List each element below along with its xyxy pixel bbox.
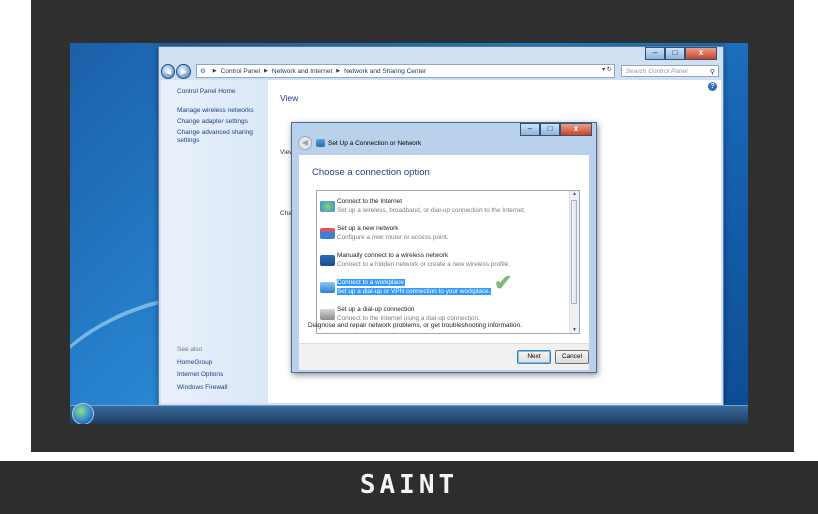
- dialog-title: Set Up a Connection or Network: [328, 139, 422, 147]
- see-also-internet-options[interactable]: Internet Options: [177, 371, 223, 378]
- option-desc: Connect to a hidden network or create a …: [337, 261, 510, 268]
- help-icon[interactable]: ?: [708, 82, 717, 91]
- breadcrumb-separator-icon: ▶: [212, 68, 217, 74]
- forward-arrow-icon[interactable]: ▶: [176, 63, 191, 79]
- network-setup-icon: [316, 139, 325, 147]
- search-input[interactable]: Search Control Panel ⚲: [620, 65, 719, 79]
- network-folder-icon: ⚙: [199, 68, 206, 75]
- start-button-icon[interactable]: [72, 403, 94, 424]
- dialog-maximize-button[interactable]: □: [540, 123, 560, 136]
- cancel-button[interactable]: Cancel: [555, 350, 589, 364]
- option-workplace[interactable]: Connect to a workplace Set up a dial-up …: [317, 278, 567, 298]
- option-desc: Set up a wireless, broadband, or dial-up…: [337, 207, 526, 214]
- option-title: Set up a new network: [337, 225, 399, 232]
- scroll-thumb[interactable]: [571, 200, 577, 304]
- option-new-network[interactable]: Set up a new network Configure a new rou…: [317, 224, 567, 244]
- setup-connection-dialog: – □ x ◀ Set Up a Connection or Network C…: [291, 122, 597, 373]
- navigation-bar: ◀ ▶ ⚙ ▶ Control Panel ▶ Network and Inte…: [161, 63, 719, 79]
- option-title: Connect to the Internet: [337, 198, 403, 205]
- scroll-up-icon[interactable]: ▲: [570, 191, 579, 197]
- search-placeholder: Search Control Panel: [625, 68, 688, 75]
- option-title: Connect to a workplace: [337, 279, 405, 286]
- options-scrollbar[interactable]: ▲ ▼: [569, 191, 579, 333]
- router-icon: [320, 228, 335, 239]
- scroll-down-icon[interactable]: ▼: [570, 327, 579, 333]
- connection-options-list: Connect to the Internet Set up a wireles…: [316, 190, 580, 334]
- breadcrumb-separator-icon: ▶: [264, 68, 268, 74]
- dialog-footer: Next Cancel: [299, 343, 589, 370]
- refresh-icon[interactable]: ▾ ↻: [602, 66, 612, 73]
- search-icon[interactable]: ⚲: [710, 67, 715, 79]
- address-bar[interactable]: ⚙ ▶ Control Panel ▶ Network and Internet…: [195, 64, 615, 78]
- see-also-label: See also: [177, 346, 203, 353]
- checkmark-icon: ✔: [494, 270, 513, 295]
- close-button[interactable]: x: [685, 47, 717, 60]
- see-also-firewall[interactable]: Windows Firewall: [177, 384, 228, 391]
- sidebar-item-home[interactable]: Control Panel Home: [177, 88, 236, 95]
- minimize-button[interactable]: –: [645, 47, 665, 60]
- wireless-monitor-icon: [320, 255, 335, 266]
- option-manual-wireless[interactable]: Manually connect to a wireless network C…: [317, 251, 567, 271]
- workplace-icon: [320, 282, 335, 293]
- sidebar-item-sharing[interactable]: Change advanced sharing: [177, 129, 253, 136]
- window-titlebar[interactable]: – □ x: [159, 47, 723, 61]
- desktop-screen: – □ x ◀ ▶ ⚙ ▶ Control Panel ▶ Network an…: [70, 43, 748, 424]
- back-arrow-icon[interactable]: ◀: [298, 136, 312, 150]
- sidebar-item-sharing-cont[interactable]: settings: [177, 137, 199, 144]
- option-desc: Set up a dial-up or VPN connection to yo…: [337, 288, 492, 295]
- dialog-close-button[interactable]: x: [560, 123, 592, 136]
- taskbar: [70, 403, 748, 424]
- dialog-body: Choose a connection option Connect to th…: [299, 155, 589, 370]
- maximize-button[interactable]: □: [665, 47, 685, 60]
- dialog-title-bar: ◀ Set Up a Connection or Network: [298, 135, 421, 151]
- phone-modem-icon: [320, 309, 335, 320]
- see-also-homegroup[interactable]: HomeGroup: [177, 359, 212, 366]
- option-desc: Configure a new router or access point.: [337, 234, 449, 241]
- dialog-heading: Choose a connection option: [312, 167, 430, 178]
- breadcrumb-separator-icon: ▶: [336, 68, 341, 74]
- sidebar-item-wireless[interactable]: Manage wireless networks: [177, 107, 254, 114]
- option-title: Set up a dial-up connection: [337, 306, 415, 313]
- back-arrow-icon[interactable]: ◀: [161, 63, 176, 79]
- sidebar-item-adapter[interactable]: Change adapter settings: [177, 118, 248, 125]
- breadcrumb-sharing-center[interactable]: Network and Sharing Center: [344, 68, 426, 75]
- globe-network-icon: [320, 201, 335, 212]
- brand-logo: SAINT: [359, 470, 459, 500]
- sidebar: Control Panel Home Manage wireless netwo…: [161, 80, 268, 403]
- page-title-fragment: View: [280, 93, 299, 103]
- option-connect-internet[interactable]: Connect to the Internet Set up a wireles…: [317, 197, 567, 217]
- troubleshoot-text[interactable]: Diagnose and repair network problems, or…: [308, 322, 522, 329]
- option-desc: Connect to the Internet using a dial-up …: [337, 315, 480, 322]
- option-title: Manually connect to a wireless network: [337, 252, 449, 259]
- next-button[interactable]: Next: [517, 350, 551, 364]
- breadcrumb-network-internet[interactable]: Network and Internet: [272, 68, 332, 75]
- dialog-minimize-button[interactable]: –: [520, 123, 540, 136]
- breadcrumb-control-panel[interactable]: Control Panel: [221, 68, 260, 75]
